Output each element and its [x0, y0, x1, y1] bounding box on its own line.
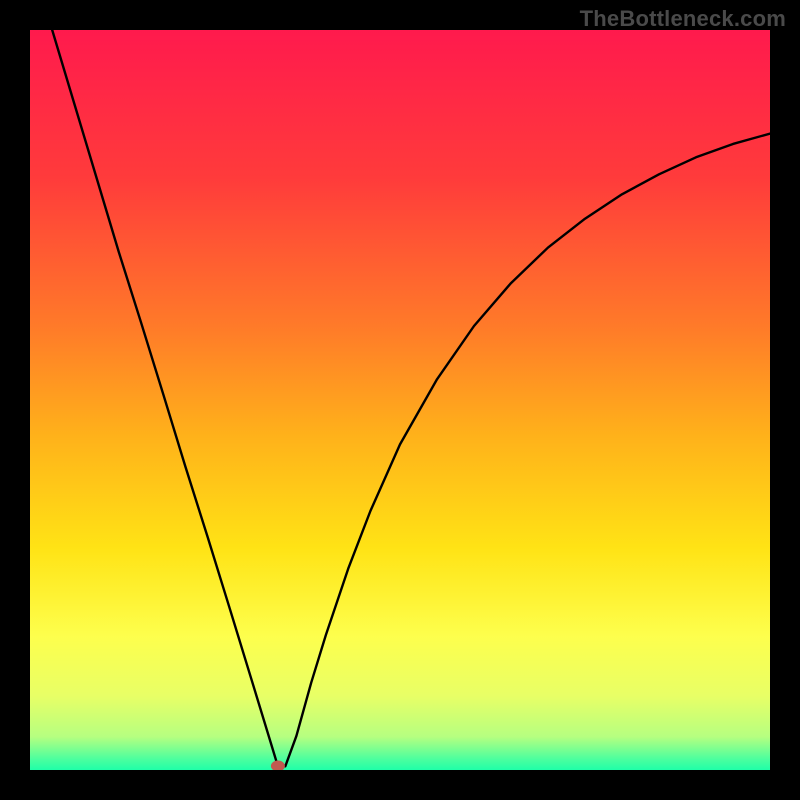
- gradient-background: [30, 30, 770, 770]
- plot-area: [30, 30, 770, 770]
- watermark-text: TheBottleneck.com: [580, 6, 786, 32]
- chart-svg: [30, 30, 770, 770]
- chart-container: TheBottleneck.com: [0, 0, 800, 800]
